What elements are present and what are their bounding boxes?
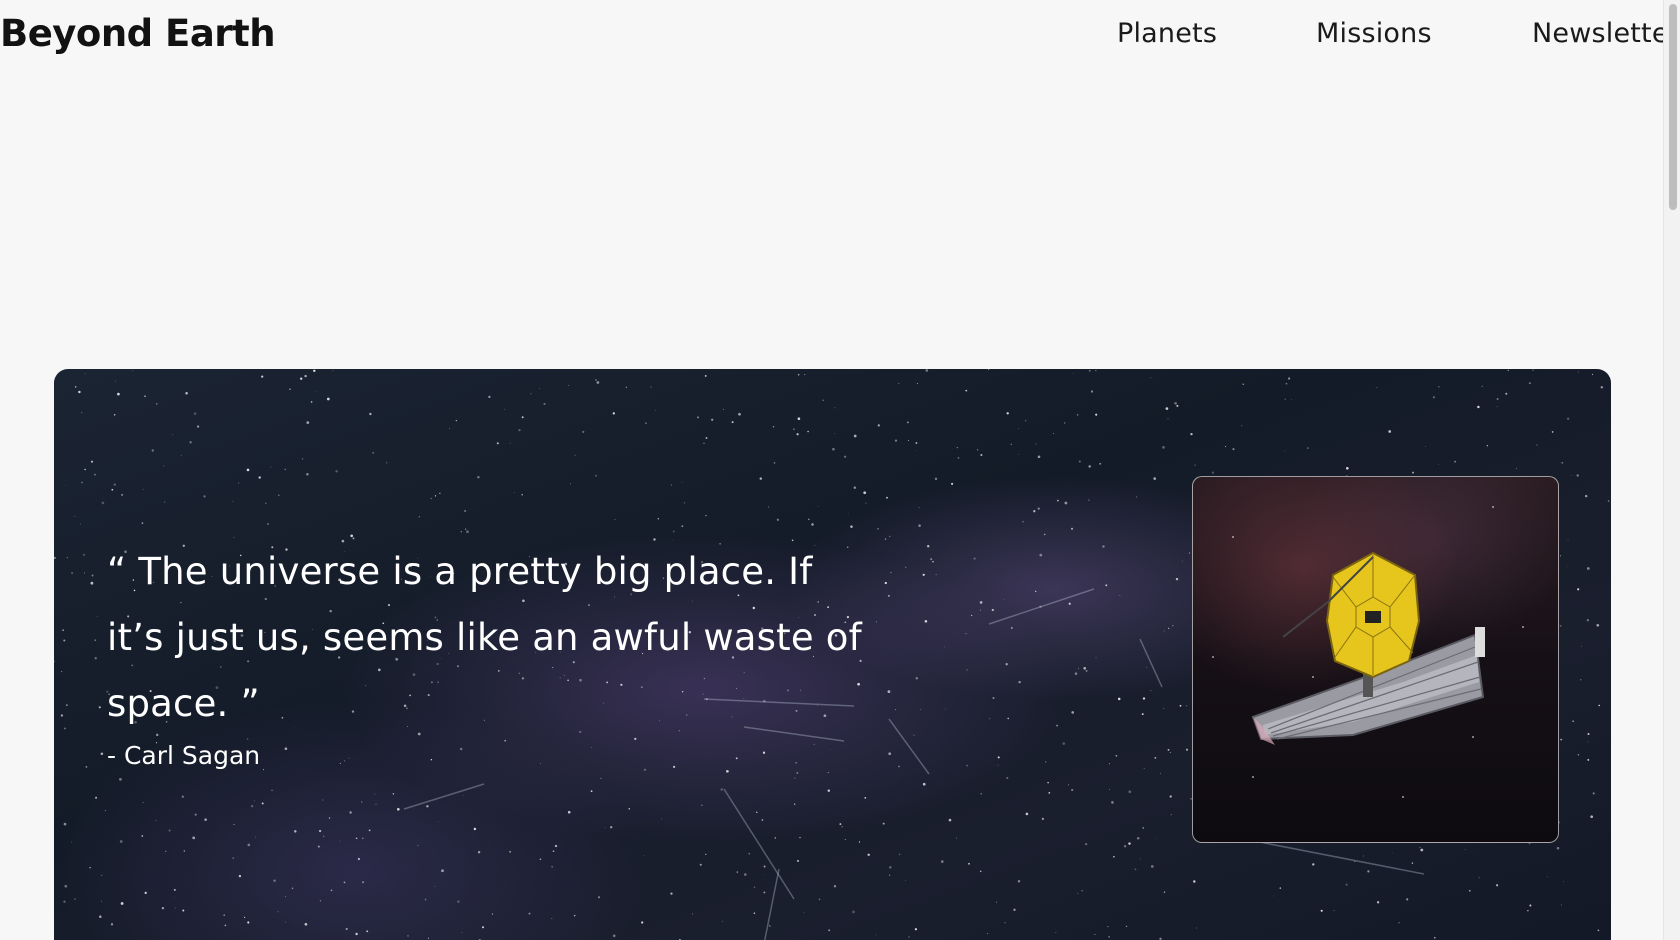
brand-logo[interactable]: Beyond Earth: [0, 12, 276, 55]
telescope-image: [1192, 476, 1559, 843]
telescope-icon: [1212, 506, 1524, 798]
hero-quote: “ The universe is a pretty big place. If…: [107, 550, 862, 725]
nav-link-planets[interactable]: Planets: [1117, 18, 1217, 49]
page: Beyond Earth Planets Missions Newsletter…: [0, 0, 1680, 940]
site-header: Beyond Earth Planets Missions Newsletter: [0, 0, 1680, 78]
hero-banner: “ The universe is a pretty big place. If…: [54, 369, 1611, 940]
nav-link-missions[interactable]: Missions: [1316, 18, 1432, 49]
quote-author: - Carl Sagan: [107, 741, 261, 770]
scrollbar[interactable]: [1663, 0, 1680, 940]
nav-link-newsletter[interactable]: Newsletter: [1532, 18, 1680, 49]
scrollbar-thumb[interactable]: [1669, 4, 1677, 210]
